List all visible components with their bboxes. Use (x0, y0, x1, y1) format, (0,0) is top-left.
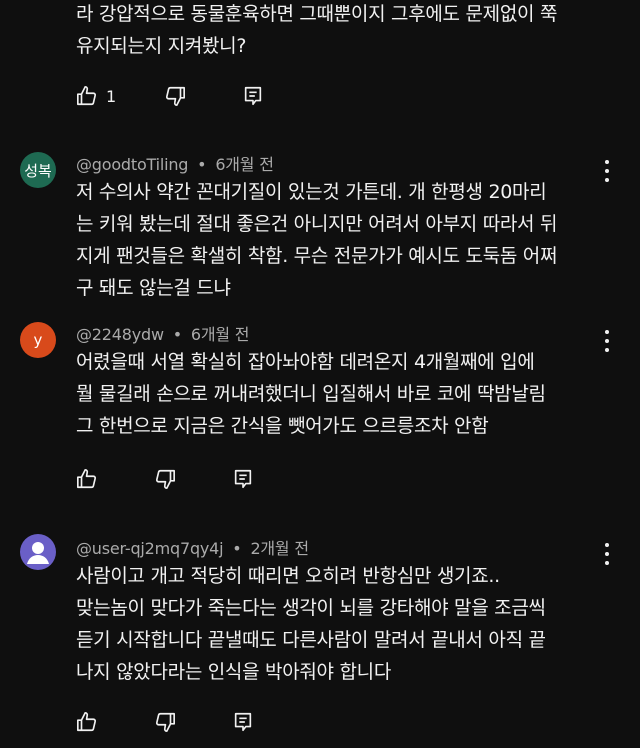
thumbs-down-icon (166, 86, 186, 106)
meta-separator: • (172, 325, 182, 344)
thumbs-up-icon (77, 712, 97, 732)
dislike-button[interactable] (154, 711, 176, 733)
comment-line: 듣기 시작합니다 끝낼때도 다른사람이 말려서 끝내서 아직 끝 (76, 629, 546, 651)
thumbs-down-icon (155, 469, 175, 489)
thumbs-up-icon (77, 469, 97, 489)
avatar-initials: 성복 (24, 161, 52, 180)
reply-icon (245, 86, 262, 106)
comment-meta: @2248ydw • 6개월 전 (76, 321, 250, 345)
comment-line: 맞는놈이 맞다가 죽는다는 생각이 뇌를 강타해야 말을 조금씩 (76, 597, 546, 619)
avatar[interactable]: y (20, 322, 56, 358)
comment-actions (76, 467, 310, 491)
comment-author[interactable]: @2248ydw (76, 325, 164, 344)
dislike-button[interactable] (154, 468, 176, 490)
comment-time[interactable]: 6개월 전 (215, 155, 274, 174)
comment-text: 저 수의사 약간 꼰대기질이 있는것 가튼데. 개 한평생 20마리 는 키워 … (76, 176, 616, 304)
comment-time[interactable]: 6개월 전 (191, 325, 250, 344)
like-button[interactable]: 1 (76, 85, 116, 107)
reply-icon (234, 712, 252, 732)
comment-line: 지게 팬것들은 확샐히 착함. 무슨 전문가가 예시도 도둑돔 어쩌 (76, 245, 558, 267)
reply-button[interactable] (232, 711, 254, 733)
meta-separator: • (197, 155, 207, 174)
comment-line: 어렸을때 서열 확실히 잡아놔야함 데려온지 4개월째에 입에 (76, 351, 535, 373)
comment-line: 저 수의사 약간 꼰대기질이 있는것 가튼데. 개 한평생 20마리 (76, 181, 547, 203)
comment-text: 라 강압적으로 동물훈육하면 그때뿐이지 그후에도 문제없이 쭉 유지되는지 지… (76, 0, 616, 62)
comment-time[interactable]: 2개월 전 (250, 539, 309, 558)
comment-actions (76, 710, 310, 734)
dislike-button[interactable] (164, 85, 186, 107)
comment-author[interactable]: @user-qj2mq7qy4j (76, 539, 224, 558)
like-button[interactable] (76, 468, 98, 490)
comment-line: 그 한번으로 지금은 간식을 뺏어가도 으르릉조차 안함 (76, 415, 489, 437)
avatar[interactable]: 성복 (20, 152, 56, 188)
comment-text: 어렸을때 서열 확실히 잡아놔야함 데려온지 4개월째에 입에 뭘 물길래 손으… (76, 346, 616, 442)
comment-line: 나지 않았다라는 인식을 박아줘야 합니다 (76, 661, 392, 683)
reply-button[interactable] (242, 85, 264, 107)
like-count: 1 (106, 86, 117, 106)
comment-line: 뭘 물길래 손으로 꺼내려했더니 입질해서 바로 코에 딱밤날림 (76, 383, 546, 405)
thumbs-down-icon (155, 712, 175, 732)
more-vertical-icon (605, 160, 609, 164)
reply-icon (234, 469, 252, 489)
comment-actions: 1 (76, 84, 320, 108)
avatar-initials: y (33, 331, 43, 349)
comment-line: 라 강압적으로 동물훈육하면 그때뿐이지 그후에도 문제없이 쭉 (76, 3, 558, 25)
comment-meta: @user-qj2mq7qy4j • 2개월 전 (76, 535, 309, 559)
avatar[interactable] (20, 534, 56, 570)
user-silhouette-icon (27, 542, 49, 564)
comment-line: 사람이고 개고 적당히 때리면 오히려 반항심만 생기죠.. (76, 565, 500, 587)
more-vertical-icon (605, 330, 609, 334)
more-vertical-icon (605, 543, 609, 547)
reply-button[interactable] (232, 468, 254, 490)
thumbs-up-icon (77, 86, 97, 106)
like-button[interactable] (76, 711, 98, 733)
comment-meta: @goodtoTiling • 6개월 전 (76, 151, 274, 175)
comment-line: 유지되는지 지켜봤니? (76, 35, 247, 57)
comment-line: 구 돼도 않는걸 드냐 (76, 277, 231, 299)
comment-text: 사람이고 개고 적당히 때리면 오히려 반항심만 생기죠.. 맞는놈이 맞다가 … (76, 560, 616, 688)
comment-author[interactable]: @goodtoTiling (76, 155, 188, 174)
comment-line: 는 키워 봤는데 절대 좋은건 아니지만 어려서 아부지 따라서 뒤 (76, 213, 558, 235)
meta-separator: • (232, 539, 242, 558)
